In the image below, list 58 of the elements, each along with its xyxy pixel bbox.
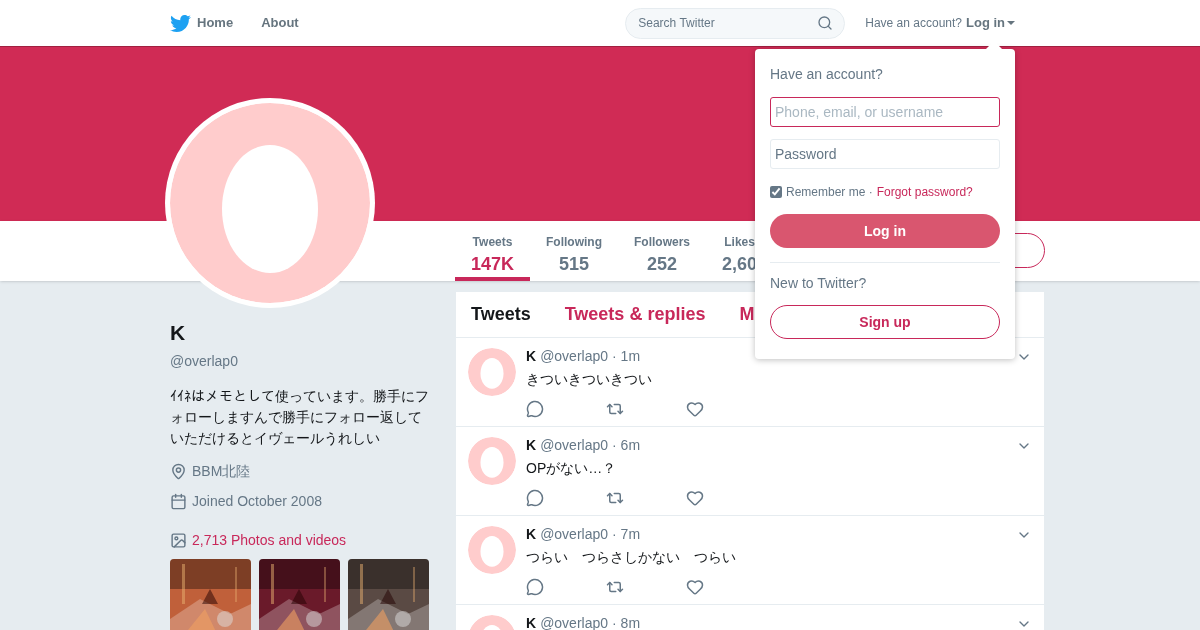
timeline-tab[interactable]: Tweets xyxy=(471,301,531,328)
stat-tab[interactable]: Followers 252 xyxy=(618,221,707,281)
tweet-handle: @overlap0 xyxy=(540,347,609,366)
dropdown-title: Have an account? xyxy=(770,65,884,84)
tweet-author[interactable]: K xyxy=(526,613,537,630)
account-prompt: Have an account? xyxy=(865,15,962,32)
tweet-text: つらい つらさしかない つらい xyxy=(526,548,737,567)
timeline-tab[interactable]: M xyxy=(739,301,755,328)
tweet[interactable]: K @overlap0 · 6m OPがない…？ xyxy=(456,427,1044,516)
search-icon xyxy=(817,14,834,31)
profile-bio: ｲｲﾈはメモとして使っています。勝手にフォローしますんで勝手にフォロー返していただけるとイヴェールうれしい xyxy=(170,386,430,448)
photos-link[interactable]: 2,713 Photos and videos xyxy=(192,529,347,551)
heart-icon[interactable] xyxy=(686,578,704,596)
tweet[interactable]: K @overlap0 · 8m xyxy=(456,605,1044,630)
nav-link[interactable]: About xyxy=(261,13,299,33)
heart-icon[interactable] xyxy=(686,489,704,507)
image-icon xyxy=(170,531,187,549)
tweet-avatar xyxy=(468,437,516,485)
calendar-icon xyxy=(170,492,187,510)
reply-icon[interactable] xyxy=(526,489,544,507)
username-field[interactable]: Phone, email, or username xyxy=(770,97,1000,127)
tweet-time: · 7m xyxy=(612,525,641,544)
stat-tab[interactable]: Tweets 147K xyxy=(455,221,531,281)
bird-icon xyxy=(170,12,191,34)
tweet-author[interactable]: K xyxy=(526,346,537,367)
reply-icon[interactable] xyxy=(526,578,544,596)
tweet-avatar xyxy=(468,526,516,574)
tweet-time: · 1m xyxy=(612,347,641,366)
tweet-time: · 6m xyxy=(612,436,641,455)
remember-checkbox[interactable] xyxy=(770,186,782,198)
profile-handle: @overlap0 xyxy=(170,351,239,371)
profile-location: BBM北陸 xyxy=(192,461,251,481)
profile-joined: Joined October 2008 xyxy=(192,491,322,511)
profile-name: K xyxy=(170,320,187,346)
tweet[interactable]: K @overlap0 · 7m つらい つらさしかない つらい xyxy=(456,516,1044,605)
forgot-password-link[interactable]: Forgot password? xyxy=(876,183,973,201)
login-link[interactable]: Log in xyxy=(966,13,1015,33)
tweet-author[interactable]: K xyxy=(526,435,537,456)
nav-link[interactable]: Home xyxy=(170,12,234,34)
tweet-text: OPがない…？ xyxy=(526,459,618,478)
tweet-avatar xyxy=(468,348,516,396)
stat-tab[interactable]: Following 515 xyxy=(530,221,619,281)
caret-icon xyxy=(1007,21,1015,25)
remember-label: Remember me · xyxy=(786,184,873,201)
timeline-tab[interactable]: Tweets & replies xyxy=(564,301,706,328)
heart-icon[interactable] xyxy=(686,400,704,418)
signup-prompt: New to Twitter? xyxy=(770,274,868,293)
tweet-handle: @overlap0 xyxy=(540,525,609,544)
search-field[interactable]: Search Twitter xyxy=(625,7,846,39)
tweet-time: · 8m xyxy=(612,614,641,630)
tweet-author[interactable]: K xyxy=(526,524,537,545)
tweet-handle: @overlap0 xyxy=(540,614,609,630)
reply-icon[interactable] xyxy=(526,400,544,418)
location-icon xyxy=(170,462,187,480)
login-button[interactable]: Log in xyxy=(770,214,1000,248)
password-field[interactable]: Password xyxy=(770,139,1000,169)
tweet-text: きついきついきつい xyxy=(526,370,653,389)
tweet-handle: @overlap0 xyxy=(540,436,609,455)
